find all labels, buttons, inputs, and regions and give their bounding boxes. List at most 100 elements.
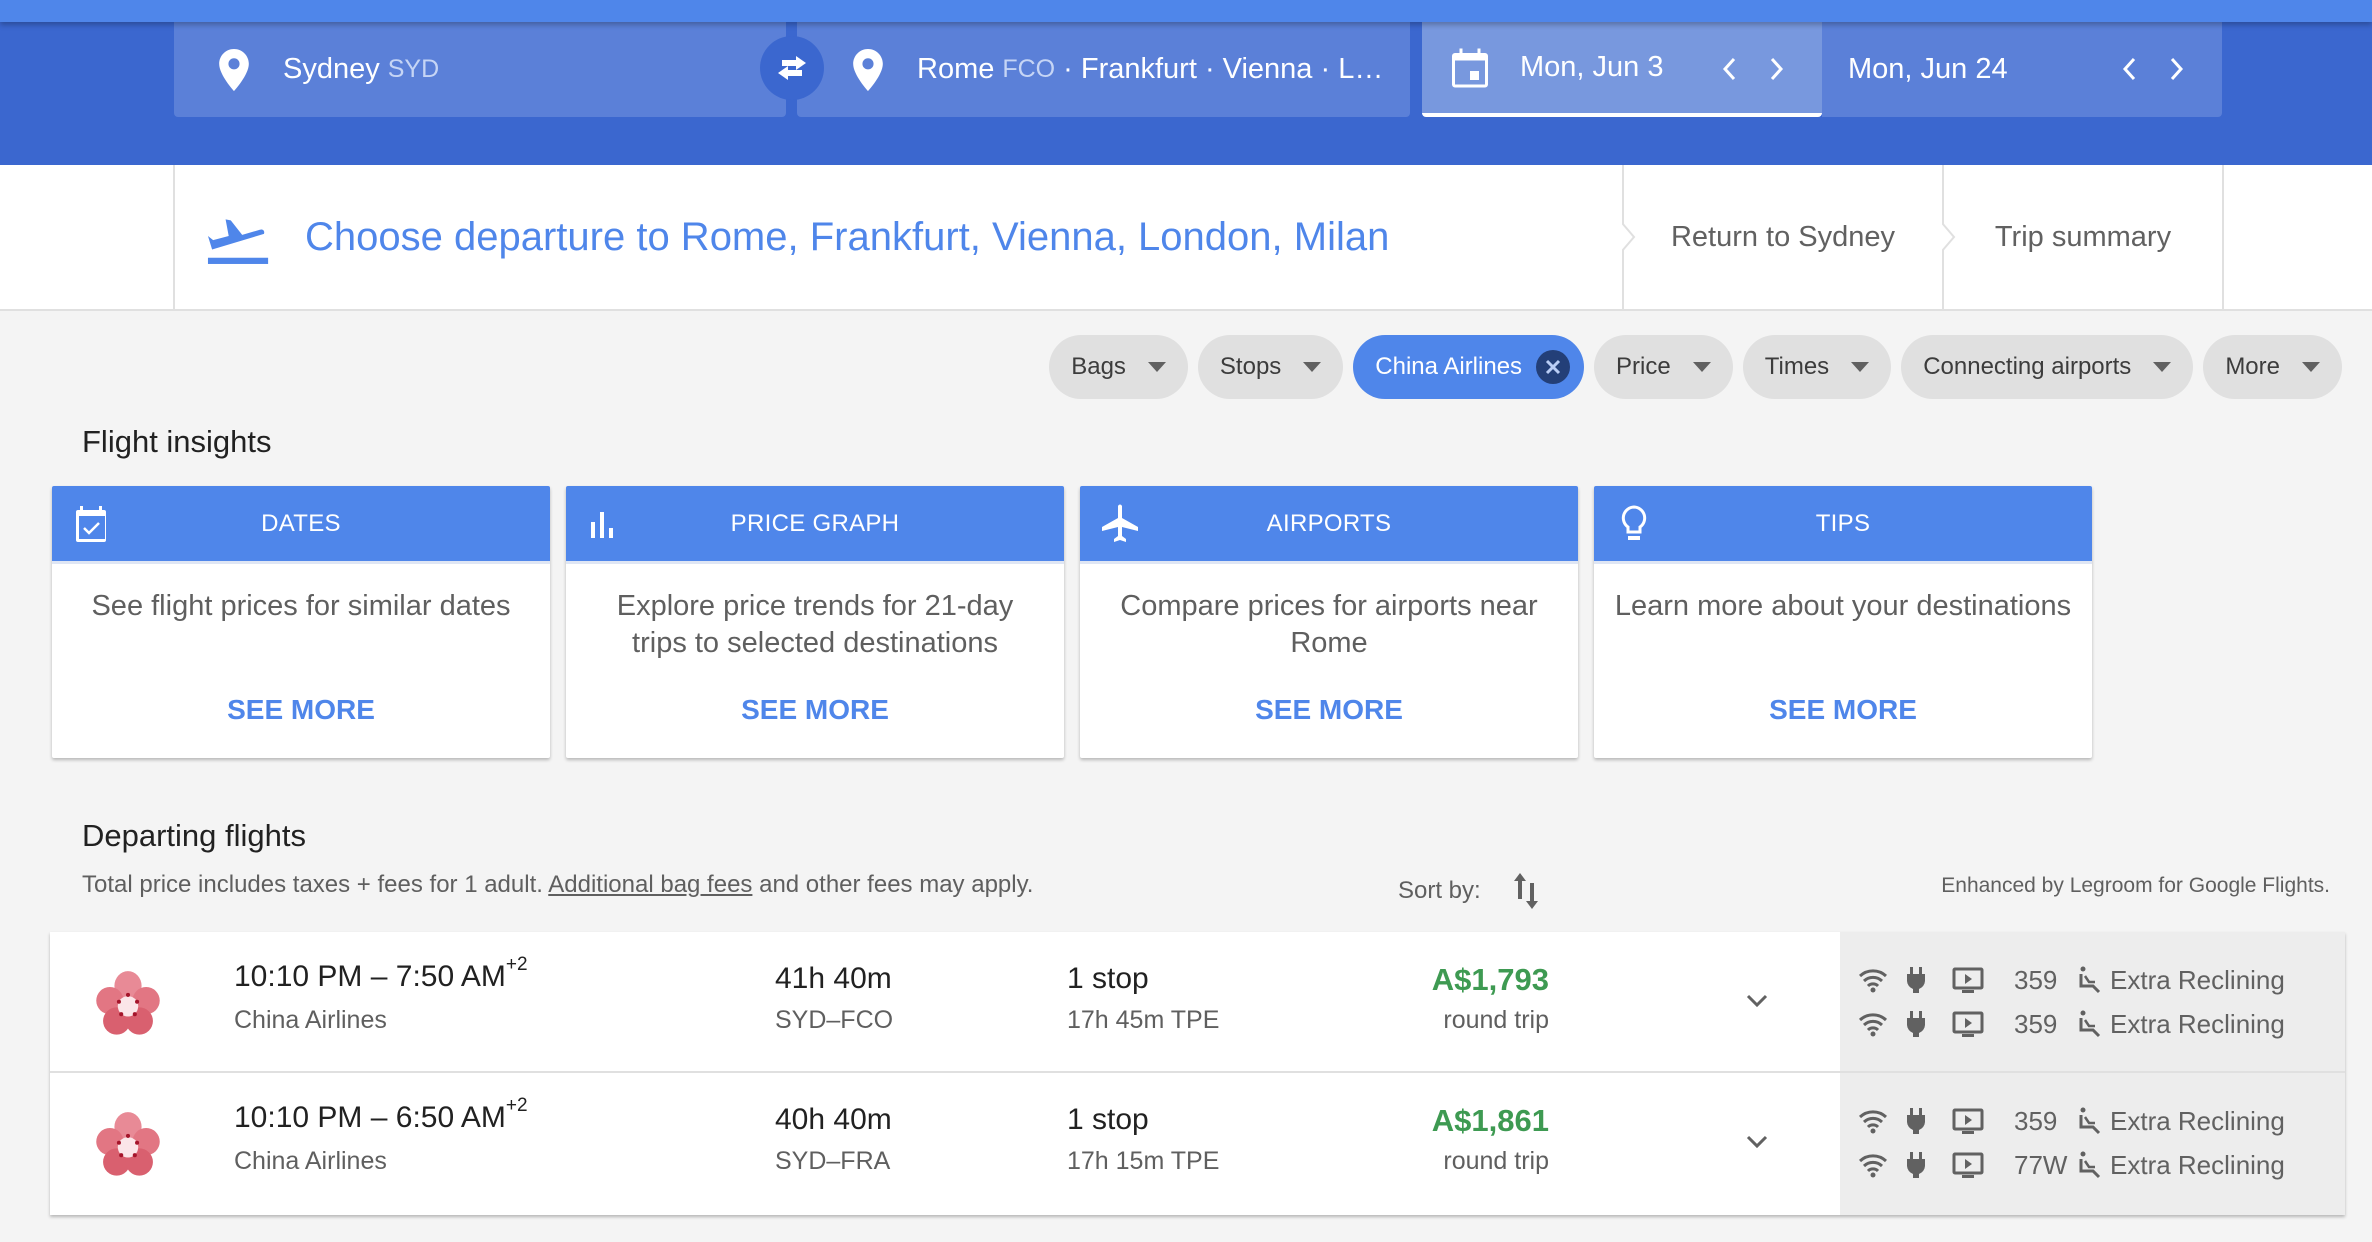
filter-bags[interactable]: Bags <box>1049 335 1188 399</box>
wifi-icon <box>1858 1013 1888 1037</box>
chevron-left-icon <box>2122 57 2136 81</box>
disclaimer-text: Total price includes taxes + fees for 1 … <box>82 871 543 898</box>
origin-field[interactable]: Sydney SYD <box>174 22 786 117</box>
airplane-icon <box>1102 504 1138 542</box>
filter-times[interactable]: Times <box>1742 335 1892 399</box>
seat-recline-icon <box>2079 1107 2101 1135</box>
card-header: TIPS <box>1594 486 2092 564</box>
swap-button[interactable] <box>760 36 824 100</box>
filter-airline-active[interactable]: China Airlines <box>1353 335 1585 399</box>
card-text: Learn more about your destinations <box>1614 590 2072 622</box>
insight-card-price-graph[interactable]: PRICE GRAPH Explore price trends for 21-… <box>566 486 1064 758</box>
see-more-link[interactable]: SEE MORE <box>1594 694 2092 726</box>
sort-label: Sort by: <box>1398 877 1481 904</box>
amenities-panel: 359 Extra Reclining 359 Extra Reclining <box>1840 932 2345 1071</box>
flight-duration: 41h 40m <box>775 962 892 995</box>
calendar-icon <box>1452 48 1488 87</box>
filter-more[interactable]: More <box>2203 335 2342 399</box>
see-more-link[interactable]: SEE MORE <box>52 694 550 726</box>
card-title: PRICE GRAPH <box>730 509 900 537</box>
origin-code: SYD <box>387 55 440 83</box>
depart-next-day-button[interactable] <box>1762 52 1792 86</box>
flight-route: SYD–FRA <box>775 1147 891 1175</box>
legroom-note: Enhanced by Legroom for Google Flights. <box>1941 874 2330 897</box>
clear-filter-button[interactable] <box>1536 350 1571 384</box>
divider <box>2222 165 2224 309</box>
filter-label: Connecting airports <box>1923 353 2132 380</box>
location-pin-icon <box>219 48 249 91</box>
insight-card-airports[interactable]: AIRPORTS Compare prices for airports nea… <box>1080 486 1578 758</box>
return-date-field[interactable]: Mon, Jun 24 <box>1822 22 2222 117</box>
flight-row[interactable]: 10:10 PM – 6:50 AM+2 China Airlines 40h … <box>50 1073 2345 1215</box>
seat-type: Extra Reclining <box>2110 1105 2285 1136</box>
price-type: round trip <box>1443 1147 1549 1175</box>
flight-route: SYD–FCO <box>775 1006 894 1034</box>
expand-chevron-icon[interactable] <box>1742 1127 1772 1157</box>
filter-price[interactable]: Price <box>1594 335 1733 399</box>
price-disclaimer: Total price includes taxes + fees for 1 … <box>82 871 1033 899</box>
amenity-line: 77W Extra Reclining <box>1858 1147 2285 1183</box>
flight-price: A$1,793 <box>1431 962 1549 997</box>
power-outlet-icon <box>1907 1152 1925 1178</box>
current-step: Choose departure to Rome, Frankfurt, Vie… <box>205 165 1389 309</box>
amenities-panel: 359 Extra Reclining 77W Extra Reclining <box>1840 1073 2345 1215</box>
destination-field[interactable]: Rome FCO · Frankfurt · Vienna · L… <box>797 22 1410 117</box>
swap-arrows-icon <box>778 56 806 80</box>
see-more-link[interactable]: SEE MORE <box>1080 694 1578 726</box>
sort-control[interactable]: Sort by: <box>1398 871 1541 911</box>
sort-icon[interactable] <box>1511 871 1541 911</box>
card-title: DATES <box>261 509 341 537</box>
seat-recline-icon <box>2079 1151 2101 1179</box>
card-text: Explore price trends for 21-day trips to… <box>616 590 1014 659</box>
departing-flights-title: Departing flights <box>82 818 307 853</box>
insight-card-dates[interactable]: DATES See flight prices for similar date… <box>52 486 550 758</box>
time-range: 10:10 PM – 6:50 AM <box>234 1101 506 1134</box>
bag-fees-link[interactable]: Additional bag fees <box>548 871 752 898</box>
flight-row[interactable]: 10:10 PM – 7:50 AM+2 China Airlines 41h … <box>50 932 2345 1073</box>
departure-date-field[interactable]: Mon, Jun 3 <box>1422 22 1822 117</box>
expand-chevron-icon[interactable] <box>1742 986 1772 1016</box>
entertainment-icon <box>1952 1152 1984 1178</box>
card-text: Compare prices for airports near Rome <box>1120 590 1538 659</box>
see-more-link[interactable]: SEE MORE <box>566 694 1064 726</box>
flight-list: 10:10 PM – 7:50 AM+2 China Airlines 41h … <box>50 932 2345 1215</box>
card-text: See flight prices for similar dates <box>91 590 511 622</box>
china-airlines-logo <box>96 1112 160 1176</box>
step-return[interactable]: Return to Sydney <box>1622 165 1942 309</box>
china-airlines-logo <box>96 971 160 1035</box>
chevron-left-icon <box>1722 57 1736 81</box>
return-prev-day-button[interactable] <box>2114 52 2144 86</box>
return-next-day-button[interactable] <box>2162 52 2192 86</box>
depart-prev-day-button[interactable] <box>1714 52 1744 86</box>
dropdown-arrow-icon <box>2302 362 2320 372</box>
flight-times: 10:10 PM – 6:50 AM+2 <box>234 1095 528 1135</box>
filter-label: Times <box>1764 353 1830 380</box>
entertainment-icon <box>1952 1108 1984 1134</box>
seat-type: Extra Reclining <box>2110 964 2285 995</box>
filter-label: China Airlines <box>1375 353 1523 380</box>
power-outlet-icon <box>1907 967 1925 993</box>
insight-card-tips[interactable]: TIPS Learn more about your destinations … <box>1594 486 2092 758</box>
wifi-icon <box>1858 969 1888 993</box>
dropdown-arrow-icon <box>1851 362 1870 372</box>
price-type: round trip <box>1443 1006 1549 1034</box>
step-arrow-icon <box>1942 223 1956 251</box>
card-header: AIRPORTS <box>1080 486 1578 564</box>
filter-connecting-airports[interactable]: Connecting airports <box>1901 335 2194 399</box>
filter-bar: Bags Stops China Airlines Price Times Co… <box>1049 335 2342 399</box>
seat-recline-icon <box>2079 1010 2101 1038</box>
layover-info: 17h 45m TPE <box>1067 1006 1220 1034</box>
filter-label: Bags <box>1071 353 1126 380</box>
lightbulb-icon <box>1621 505 1647 540</box>
dropdown-arrow-icon <box>1147 362 1166 372</box>
filter-stops[interactable]: Stops <box>1197 335 1344 399</box>
seat-type: Extra Reclining <box>2110 1008 2285 1039</box>
flight-times: 10:10 PM – 7:50 AM+2 <box>234 954 528 994</box>
card-header: PRICE GRAPH <box>566 486 1064 564</box>
card-title: TIPS <box>1815 509 1871 537</box>
trip-steps: Choose departure to Rome, Frankfurt, Vie… <box>0 165 2372 311</box>
disclaimer-text: and other fees may apply. <box>759 871 1034 898</box>
filter-label: Stops <box>1219 353 1282 380</box>
divider <box>173 165 175 309</box>
step-summary[interactable]: Trip summary <box>1942 165 2222 309</box>
